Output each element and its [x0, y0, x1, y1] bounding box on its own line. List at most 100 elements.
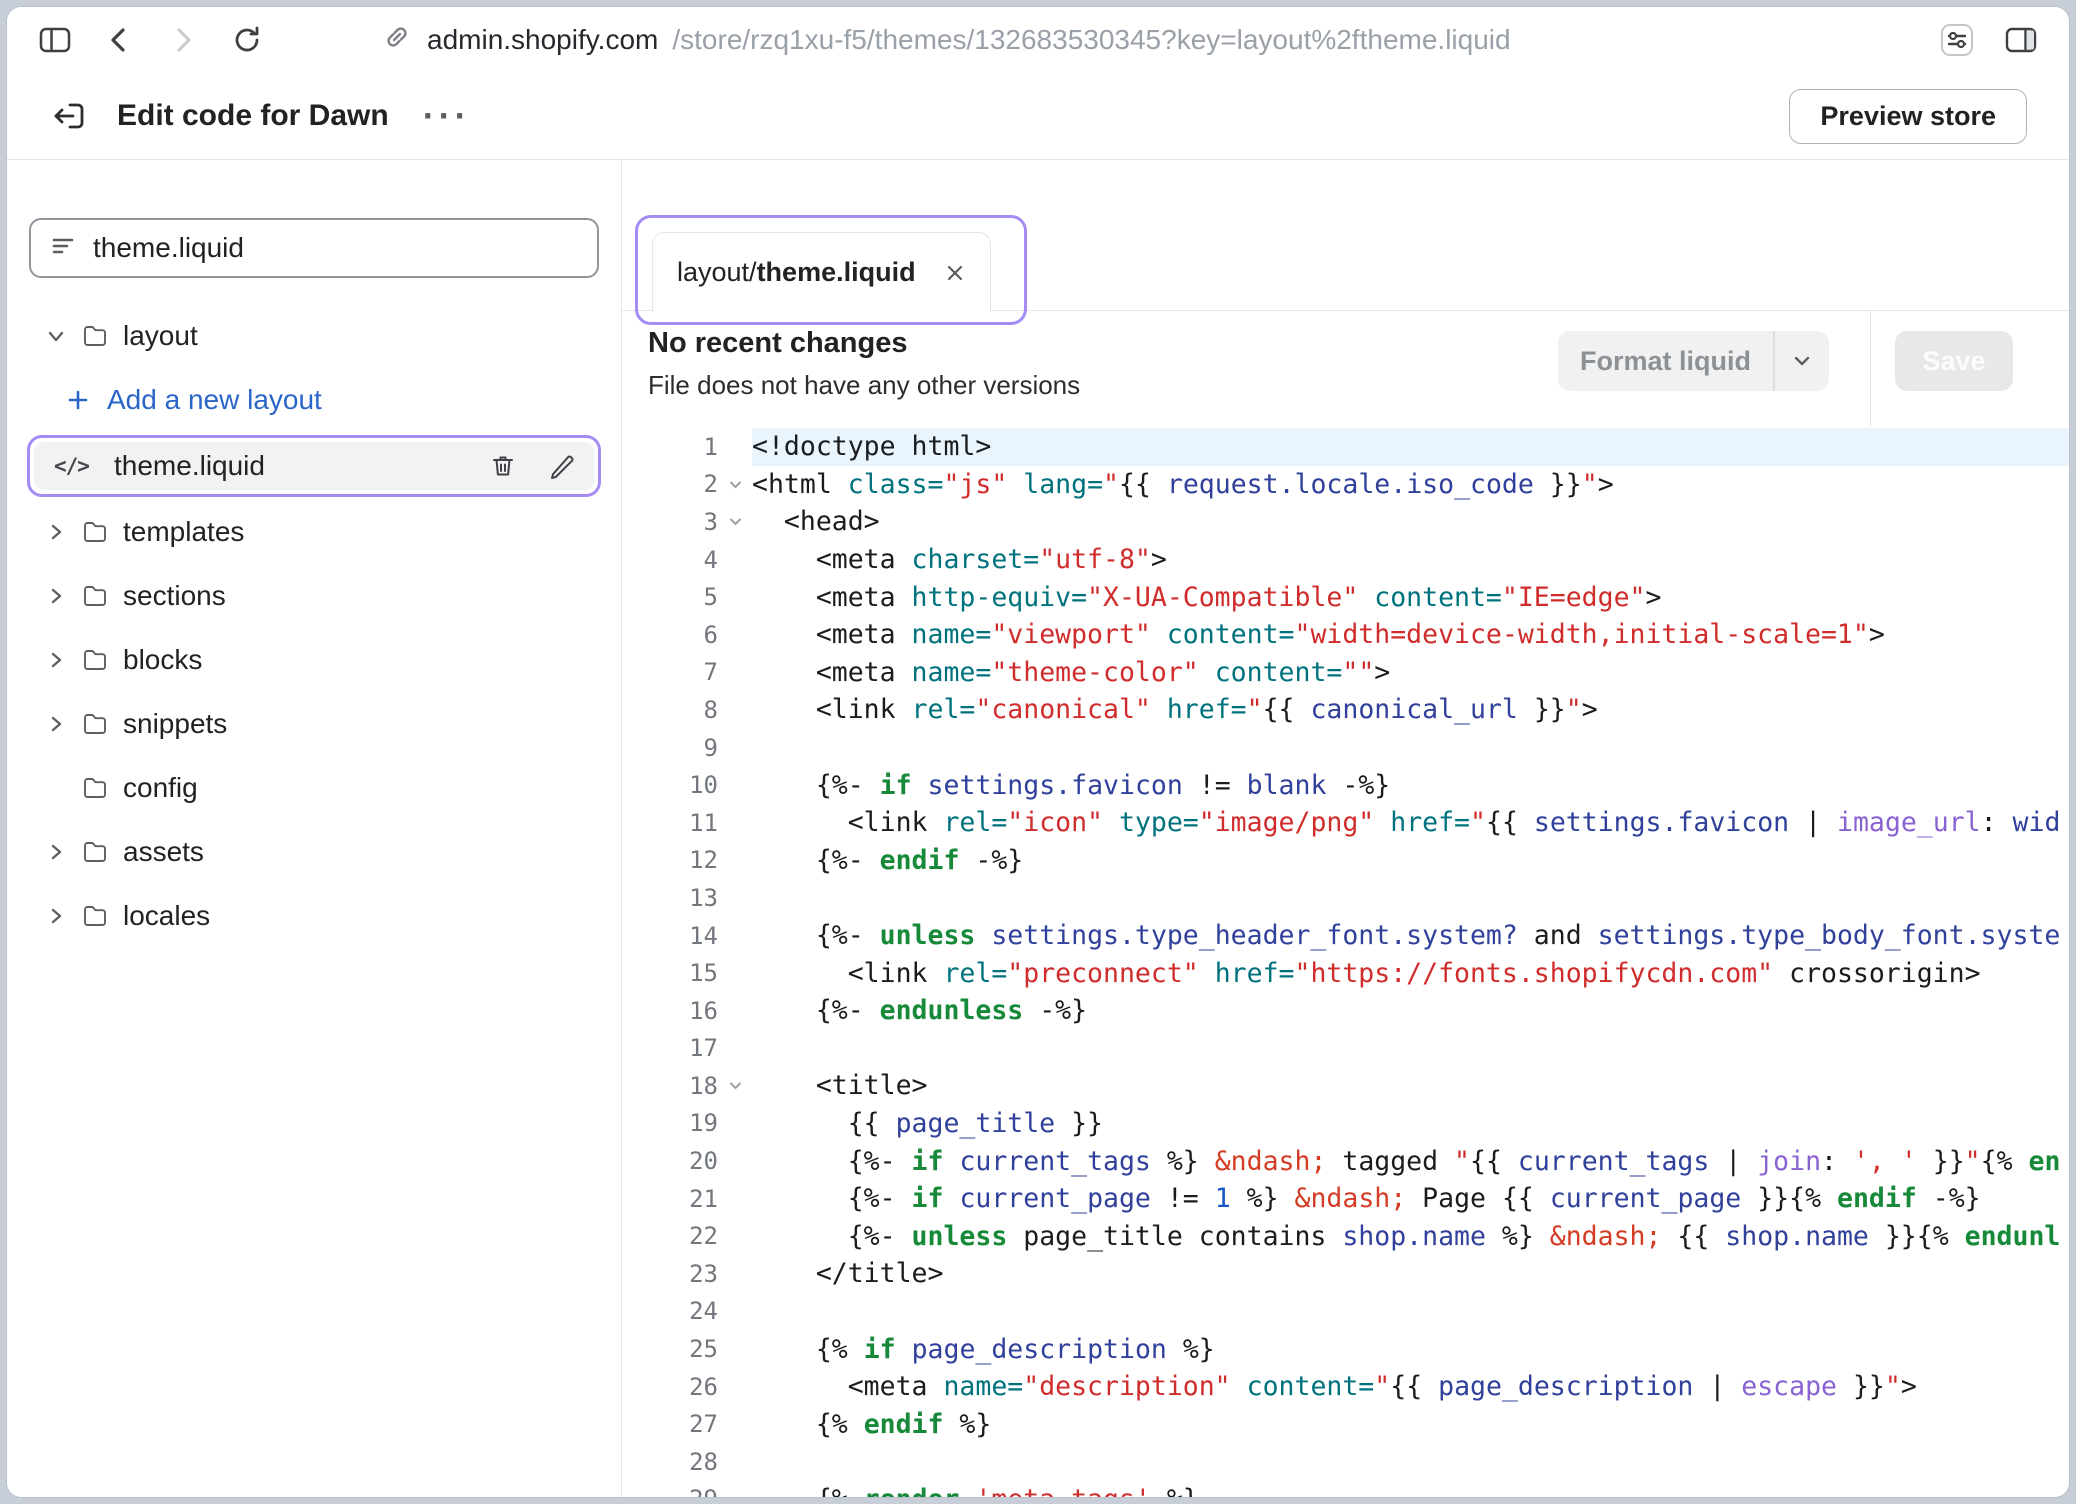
- code-text: <meta charset="utf-8">: [752, 541, 2069, 579]
- chevron-right-icon[interactable]: [45, 841, 81, 863]
- code-line[interactable]: 17: [622, 1030, 2069, 1068]
- code-text: {% render 'meta-tags' %}: [752, 1481, 2069, 1497]
- code-line[interactable]: 21 {%- if current_page != 1 %} &ndash; P…: [622, 1180, 2069, 1218]
- chevron-down-icon[interactable]: [1775, 349, 1829, 373]
- delete-file-icon[interactable]: [488, 451, 518, 481]
- split-view-icon[interactable]: [1999, 18, 2043, 62]
- code-text: [752, 1293, 2069, 1331]
- close-tab-icon[interactable]: [944, 262, 966, 284]
- reload-icon[interactable]: [225, 18, 269, 62]
- line-number: 3: [622, 508, 718, 536]
- tree-item-theme-liquid[interactable]: </>theme.liquid: [34, 442, 594, 490]
- chevron-down-icon[interactable]: [45, 325, 81, 347]
- preview-store-button[interactable]: Preview store: [1789, 89, 2027, 144]
- code-line[interactable]: 15 <link rel="preconnect" href="https://…: [622, 954, 2069, 992]
- code-line[interactable]: 6 <meta name="viewport" content="width=d…: [622, 616, 2069, 654]
- code-line[interactable]: 4 <meta charset="utf-8">: [622, 541, 2069, 579]
- tree-item-assets[interactable]: assets: [7, 820, 621, 884]
- line-number: 19: [622, 1109, 718, 1137]
- chevron-right-icon[interactable]: [45, 905, 81, 927]
- folder-icon: [81, 774, 123, 802]
- code-text: <meta name="theme-color" content="">: [752, 654, 2069, 692]
- plus-icon: [65, 387, 107, 413]
- fold-icon[interactable]: [718, 513, 752, 530]
- chevron-right-icon[interactable]: [45, 649, 81, 671]
- code-line[interactable]: 2<html class="js" lang="{{ request.local…: [622, 466, 2069, 504]
- url-host: admin.shopify.com: [427, 24, 658, 56]
- code-text: <!doctype html>: [752, 428, 2069, 466]
- chevron-right-icon[interactable]: [45, 713, 81, 735]
- line-number: 6: [622, 621, 718, 649]
- line-number: 20: [622, 1147, 718, 1175]
- code-line[interactable]: 26 <meta name="description" content="{{ …: [622, 1368, 2069, 1406]
- file-search-input[interactable]: [93, 232, 579, 264]
- address-bar[interactable]: admin.shopify.com/store/rzq1xu-f5/themes…: [381, 21, 1915, 60]
- code-text: <link rel="preconnect" href="https://fon…: [752, 954, 2069, 992]
- tab-theme-liquid[interactable]: layout/theme.liquid: [652, 232, 991, 312]
- code-line[interactable]: 7 <meta name="theme-color" content="">: [622, 654, 2069, 692]
- tree-item-config[interactable]: config: [7, 756, 621, 820]
- format-liquid-button[interactable]: Format liquid: [1558, 331, 1829, 391]
- code-text: [752, 1030, 2069, 1068]
- code-line[interactable]: 27 {% endif %}: [622, 1405, 2069, 1443]
- code-line[interactable]: 18 <title>: [622, 1067, 2069, 1105]
- tree-item-locales[interactable]: locales: [7, 884, 621, 948]
- code-line[interactable]: 16 {%- endunless -%}: [622, 992, 2069, 1030]
- code-line[interactable]: 12 {%- endif -%}: [622, 842, 2069, 880]
- tree-action-add-a-new-layout[interactable]: Add a new layout: [7, 368, 621, 432]
- line-number: 2: [622, 470, 718, 498]
- folder-icon: [81, 838, 123, 866]
- fold-icon[interactable]: [718, 1077, 752, 1094]
- chevron-right-icon[interactable]: [45, 521, 81, 543]
- code-line[interactable]: 28: [622, 1443, 2069, 1481]
- rename-file-icon[interactable]: [546, 451, 576, 481]
- code-line[interactable]: 5 <meta http-equiv="X-UA-Compatible" con…: [622, 578, 2069, 616]
- code-line[interactable]: 20 {%- if current_tags %} &ndash; tagged…: [622, 1142, 2069, 1180]
- code-text: <head>: [752, 503, 2069, 541]
- page-settings-icon[interactable]: [1935, 18, 1979, 62]
- page-title: Edit code for Dawn: [117, 99, 389, 133]
- code-line[interactable]: 23 </title>: [622, 1255, 2069, 1293]
- file-sidebar: layoutAdd a new layout </>theme.liquid tem…: [7, 160, 622, 1497]
- code-text: [752, 879, 2069, 917]
- more-menu-button[interactable]: ···: [423, 98, 471, 134]
- line-number: 16: [622, 997, 718, 1025]
- code-text: <meta name="viewport" content="width=dev…: [752, 616, 2069, 654]
- tab-label: layout/theme.liquid: [677, 257, 916, 288]
- code-text: {%- endif -%}: [752, 842, 2069, 880]
- code-line[interactable]: 1<!doctype html>: [622, 428, 2069, 466]
- back-icon[interactable]: [97, 18, 141, 62]
- app-header: Edit code for Dawn ··· Preview store: [7, 73, 2069, 160]
- code-editor[interactable]: 1<!doctype html>2<html class="js" lang="…: [622, 426, 2069, 1497]
- file-search[interactable]: [29, 218, 599, 278]
- code-line[interactable]: 3 <head>: [622, 503, 2069, 541]
- fold-icon[interactable]: [718, 476, 752, 493]
- code-text: {{ page_title }}: [752, 1105, 2069, 1143]
- editor-pane: layout/theme.liquid No recent changes Fi…: [622, 160, 2069, 1497]
- code-line[interactable]: 22 {%- unless page_title contains shop.n…: [622, 1217, 2069, 1255]
- save-button[interactable]: Save: [1895, 331, 2013, 391]
- code-line[interactable]: 13: [622, 879, 2069, 917]
- sidebar-toggle-icon[interactable]: [33, 18, 77, 62]
- code-line[interactable]: 19 {{ page_title }}: [622, 1105, 2069, 1143]
- line-number: 24: [622, 1297, 718, 1325]
- code-line[interactable]: 24: [622, 1293, 2069, 1331]
- code-line[interactable]: 25 {% if page_description %}: [622, 1330, 2069, 1368]
- forward-icon[interactable]: [161, 18, 205, 62]
- tree-item-layout[interactable]: layout: [7, 304, 621, 368]
- line-number: 29: [622, 1485, 718, 1497]
- line-number: 18: [622, 1072, 718, 1100]
- exit-icon[interactable]: [47, 94, 91, 138]
- line-number: 17: [622, 1034, 718, 1062]
- code-line[interactable]: 14 {%- unless settings.type_header_font.…: [622, 917, 2069, 955]
- tree-item-sections[interactable]: sections: [7, 564, 621, 628]
- code-line[interactable]: 11 <link rel="icon" type="image/png" hre…: [622, 804, 2069, 842]
- code-line[interactable]: 9: [622, 729, 2069, 767]
- tree-item-templates[interactable]: templates: [7, 500, 621, 564]
- code-line[interactable]: 10 {%- if settings.favicon != blank -%}: [622, 766, 2069, 804]
- tree-item-blocks[interactable]: blocks: [7, 628, 621, 692]
- chevron-right-icon[interactable]: [45, 585, 81, 607]
- tree-item-snippets[interactable]: snippets: [7, 692, 621, 756]
- code-line[interactable]: 8 <link rel="canonical" href="{{ canonic…: [622, 691, 2069, 729]
- code-line[interactable]: 29 {% render 'meta-tags' %}: [622, 1481, 2069, 1497]
